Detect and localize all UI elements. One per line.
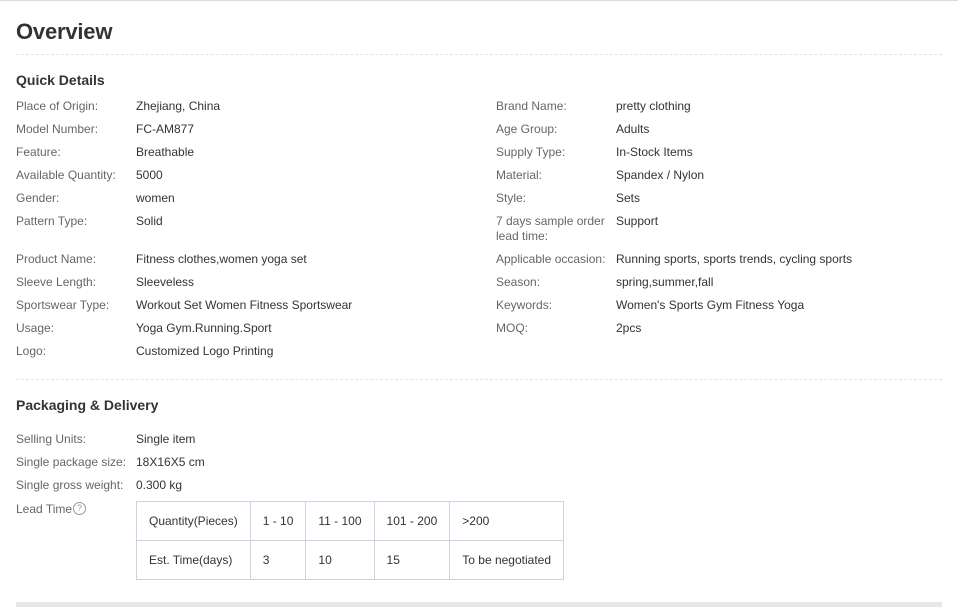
bottom-bar	[16, 602, 942, 607]
table-cell: Est. Time(days)	[136, 540, 251, 580]
divider	[16, 54, 942, 55]
attr-label: Product Name:	[16, 252, 97, 266]
attr-label: Single package size:	[16, 455, 127, 469]
attr-label: Season:	[496, 275, 541, 289]
attr-value: Adults	[616, 122, 650, 136]
table-cell: 3	[249, 540, 307, 580]
attr-value: 0.300 kg	[136, 478, 183, 492]
attr-label: Pattern Type:	[16, 214, 88, 228]
attr-label: Style:	[496, 191, 527, 205]
attr-value: Spandex / Nylon	[616, 168, 705, 182]
attr-label: Sportswear Type:	[16, 298, 110, 312]
packaging-delivery-title: Packaging & Delivery	[16, 397, 159, 413]
divider	[16, 379, 942, 380]
attr-value: Customized Logo Printing	[136, 344, 274, 358]
attr-label: Keywords:	[496, 298, 553, 312]
attr-value: Fitness clothes,women yoga set	[136, 252, 307, 266]
attr-value: Support	[616, 214, 659, 228]
attr-label: MOQ:	[496, 321, 528, 335]
attr-value: Zhejiang, China	[136, 99, 221, 113]
attr-label: Brand Name:	[496, 99, 567, 113]
attr-label: Gender:	[16, 191, 60, 205]
attr-value: Sleeveless	[136, 275, 195, 289]
attr-label: Material:	[496, 168, 543, 182]
attr-value: Workout Set Women Fitness Sportswear	[136, 298, 353, 312]
attr-label: Applicable occasion:	[496, 252, 606, 266]
attr-value: 2pcs	[616, 321, 642, 335]
attr-label: Supply Type:	[496, 145, 566, 159]
lead-time-label: Lead Time	[16, 502, 73, 516]
quick-details-title: Quick Details	[16, 72, 105, 88]
table-cell: To be negotiated	[449, 540, 565, 580]
attr-value: FC-AM877	[136, 122, 195, 136]
page-title: Overview	[16, 19, 113, 44]
attr-label: 7 days sample order lead time:	[496, 214, 605, 243]
attr-value: Sets	[616, 191, 641, 205]
attr-label: Selling Units:	[16, 432, 87, 446]
attr-label: Feature:	[16, 145, 61, 159]
attr-value: In-Stock Items	[616, 145, 693, 159]
attr-label: Usage:	[16, 321, 55, 335]
attr-value: 18X16X5 cm	[136, 455, 205, 469]
attr-label: Single gross weight:	[16, 478, 124, 492]
table-cell: Quantity(Pieces)	[136, 501, 251, 541]
attr-value: Running sports, sports trends, cycling s…	[616, 252, 853, 266]
table-cell: 1 - 10	[249, 501, 307, 541]
table-cell: >200	[449, 501, 565, 541]
table-row: Est. Time(days) 3 10 15 To be negotiated	[136, 540, 565, 580]
attr-label: Place of Origin:	[16, 99, 99, 113]
lead-time-table: Quantity(Pieces) 1 - 10 11 - 100 101 - 2…	[136, 501, 565, 580]
attr-value: 5000	[136, 168, 163, 182]
attr-label: Age Group:	[496, 122, 558, 136]
table-cell: 101 - 200	[373, 501, 451, 541]
attr-label: Model Number:	[16, 122, 99, 136]
attr-value: women	[136, 191, 175, 205]
table-cell: 11 - 100	[305, 501, 375, 541]
attr-value: Single item	[136, 432, 196, 446]
attr-value: spring,summer,fall	[616, 275, 714, 289]
attr-value: Breathable	[136, 145, 195, 159]
attr-label: Sleeve Length:	[16, 275, 97, 289]
table-cell: 10	[305, 540, 375, 580]
attr-value: Solid	[136, 214, 163, 228]
attr-value: pretty clothing	[616, 99, 691, 113]
attr-label: Logo:	[16, 344, 47, 358]
attr-label: Available Quantity:	[16, 168, 116, 182]
table-cell: 15	[373, 540, 451, 580]
attr-value: Women's Sports Gym Fitness Yoga	[616, 298, 805, 312]
top-border	[0, 0, 958, 1]
question-circle-icon[interactable]: ?	[73, 502, 87, 516]
attr-label: Lead Time?	[16, 502, 134, 517]
table-row: Quantity(Pieces) 1 - 10 11 - 100 101 - 2…	[136, 501, 565, 541]
attr-value: Yoga Gym.Running.Sport	[136, 321, 272, 335]
